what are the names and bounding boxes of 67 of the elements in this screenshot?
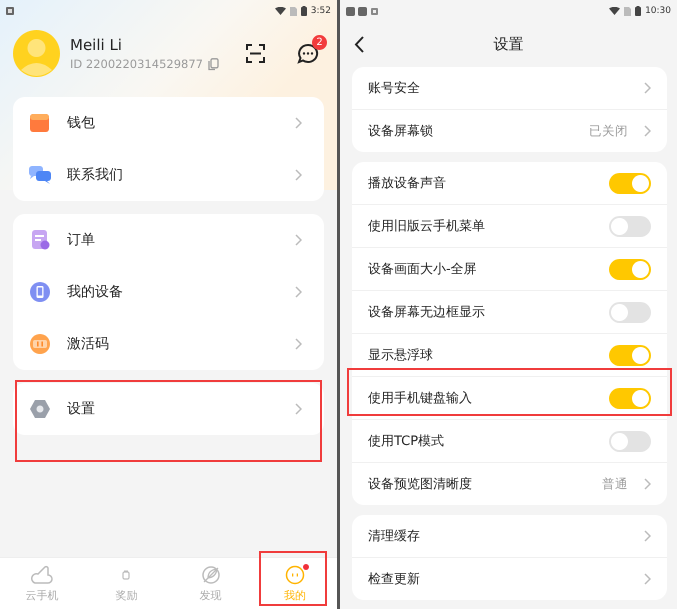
user-id: ID 2200220314529877	[70, 57, 203, 71]
chevron-right-icon[interactable]	[644, 573, 651, 585]
leaf-icon	[200, 564, 222, 584]
notification-icon	[346, 6, 380, 16]
toggle-switch[interactable]	[609, 172, 651, 194]
setting-label: 清理缓存	[368, 528, 420, 545]
cloud-icon	[31, 564, 54, 584]
wifi-icon	[609, 7, 620, 15]
setting-label: 检查更新	[368, 571, 420, 588]
message-icon[interactable]	[297, 43, 319, 64]
setting-label: 使用TCP模式	[368, 433, 444, 450]
avatar	[13, 30, 60, 77]
chevron-right-icon	[295, 234, 302, 246]
phone-icon	[29, 282, 51, 302]
page-title: 设置	[494, 35, 524, 54]
setting-label: 设备屏幕无边框显示	[368, 304, 485, 321]
toggle-switch[interactable]	[609, 302, 651, 322]
face-icon	[284, 564, 306, 584]
menu-item[interactable]: 我的设备	[13, 266, 324, 318]
toggle-switch[interactable]	[609, 344, 651, 366]
status-time: 10:30	[645, 6, 671, 16]
menu-item[interactable]: 钱包	[13, 97, 324, 149]
setting-label: 设备画面大小-全屏	[368, 261, 477, 278]
setting-value: 已关闭	[589, 122, 628, 140]
sim-icon	[290, 6, 297, 16]
back-icon[interactable]	[354, 36, 364, 53]
sim-icon	[624, 6, 632, 16]
menu-item[interactable]: 激活码	[13, 318, 324, 370]
setting-label: 使用手机键盘输入	[368, 390, 472, 407]
menu-item[interactable]: 联系我们	[13, 149, 324, 201]
chevron-right-icon	[295, 117, 302, 129]
menu-item[interactable]: 订单	[13, 214, 324, 266]
chevron-right-icon[interactable]	[644, 530, 651, 542]
chevron-right-icon	[295, 169, 302, 181]
toggle-switch[interactable]	[609, 430, 651, 452]
toggle-switch[interactable]	[609, 388, 651, 408]
chevron-right-icon[interactable]	[644, 125, 651, 137]
menu-item[interactable]: 设置	[13, 383, 324, 435]
chevron-right-icon[interactable]	[644, 478, 651, 490]
setting-label: 显示悬浮球	[368, 347, 433, 364]
scan-icon[interactable]	[246, 44, 265, 63]
setting-value: 普通	[602, 476, 628, 492]
setting-label: 设备预览图清晰度	[368, 476, 472, 493]
battery-icon	[300, 6, 307, 16]
user-name: Meili Li	[70, 36, 123, 54]
toggle-switch[interactable]	[609, 258, 651, 280]
wallet-icon	[29, 113, 51, 133]
copy-icon[interactable]	[208, 58, 219, 70]
setting-label: 播放设备声音	[368, 175, 446, 192]
ticket-icon	[29, 334, 51, 354]
document-icon	[29, 230, 51, 250]
battery-icon	[635, 6, 642, 16]
chat-bubbles-icon	[29, 165, 51, 185]
setting-label: 账号安全	[368, 80, 420, 97]
notification-badge: 2	[312, 35, 327, 50]
chevron-right-icon[interactable]	[644, 82, 651, 94]
notification-icon	[6, 7, 14, 15]
setting-label: 设备屏幕锁	[368, 123, 433, 140]
chevron-right-icon	[295, 338, 302, 350]
highlight-frame	[259, 551, 327, 606]
chevron-right-icon	[295, 286, 302, 298]
status-time: 3:52	[310, 6, 331, 16]
setting-label: 使用旧版云手机菜单	[368, 218, 485, 235]
hexagon-icon	[29, 399, 51, 419]
toggle-switch[interactable]	[609, 216, 651, 236]
wifi-icon	[274, 7, 286, 15]
chevron-right-icon	[295, 403, 302, 415]
